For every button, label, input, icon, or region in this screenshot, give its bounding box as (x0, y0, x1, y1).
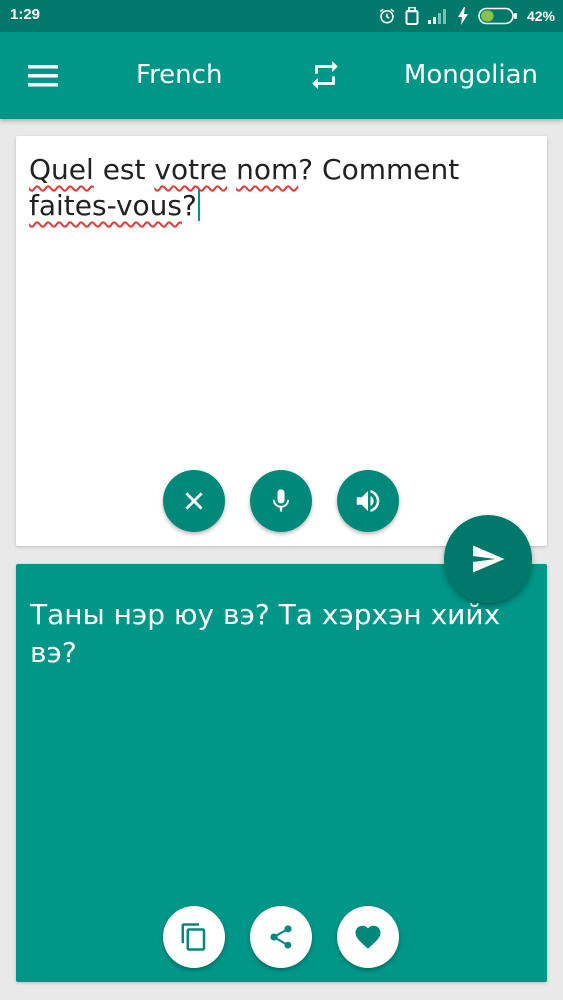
source-text-input[interactable]: Quel est votre nom? Comment faites-vous? (29, 152, 534, 224)
speaker-button[interactable] (337, 470, 399, 532)
status-icons: 42% (378, 5, 555, 27)
misspelled-word: nom (236, 153, 299, 186)
alarm-icon (378, 7, 396, 25)
microphone-button[interactable] (250, 470, 312, 532)
output-card: Таны нэр юу вэ? Та хэрхэн хийх вэ? (16, 564, 547, 982)
send-icon (473, 545, 505, 573)
source-language-selector[interactable]: French (136, 60, 222, 90)
swap-icon[interactable] (308, 58, 342, 92)
clear-button[interactable] (163, 470, 225, 532)
clear-icon (185, 492, 203, 510)
target-language-selector[interactable]: Mongolian (404, 60, 538, 90)
signal-icon (427, 8, 448, 24)
charging-icon (457, 7, 469, 25)
menu-icon[interactable] (24, 59, 64, 93)
status-bar: 1:29 42% (0, 0, 563, 32)
text-segment: est (93, 153, 155, 186)
share-icon (270, 925, 292, 949)
favorite-button[interactable] (337, 906, 399, 968)
text-segment: ? Comment (298, 153, 460, 186)
misspelled-word: Quel (29, 153, 94, 186)
text-segment (227, 153, 236, 186)
input-card: Quel est votre nom? Comment faites-vous? (16, 136, 547, 546)
favorite-icon (355, 925, 381, 949)
app-bar: French Mongolian (0, 32, 563, 119)
translate-send-button[interactable] (444, 515, 532, 603)
mic-icon (272, 489, 290, 512)
text-cursor (197, 189, 200, 221)
status-time: 1:29 (10, 6, 41, 23)
misspelled-word: faites-vous (29, 189, 182, 222)
speaker-icon (356, 490, 380, 512)
battery-icon (478, 7, 518, 25)
battery-percent: 42% (526, 8, 555, 24)
copy-icon (181, 923, 206, 951)
text-segment: ? (181, 189, 197, 222)
share-button[interactable] (250, 906, 312, 968)
sim-icon (405, 7, 419, 25)
copy-button[interactable] (163, 906, 225, 968)
misspelled-word: votre (154, 153, 228, 186)
translated-text: Таны нэр юу вэ? Та хэрхэн хийх вэ? (30, 598, 501, 669)
